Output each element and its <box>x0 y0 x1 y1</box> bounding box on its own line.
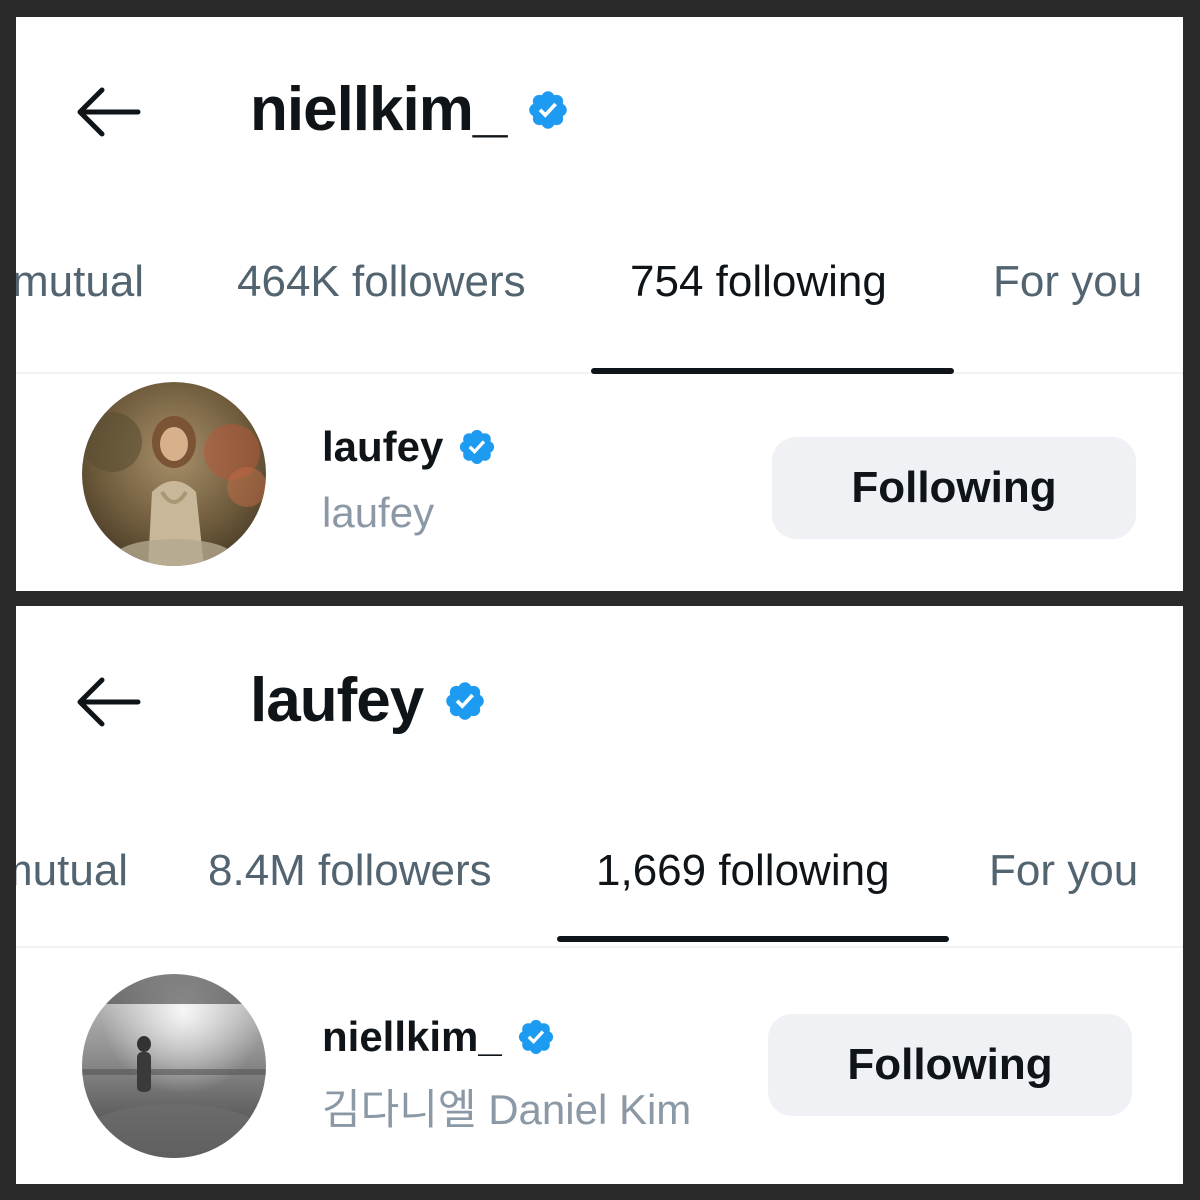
tab-following[interactable]: 1,669 following <box>596 841 890 901</box>
tab-for-you[interactable]: For you <box>993 252 1142 312</box>
user-handle: laufey <box>322 489 435 536</box>
page-title: laufey <box>250 666 487 736</box>
profile-tabs: mutual 8.4M followers 1,669 following Fo… <box>16 811 1183 948</box>
user-list-item[interactable]: niellkim_ 김다니엘 Daniel Kim Following <box>16 966 1183 1181</box>
arrow-left-icon <box>77 677 141 727</box>
following-button[interactable]: Following <box>772 437 1136 539</box>
profile-panel-niellkim: niellkim_ mutual 464K followers 754 foll… <box>16 17 1183 591</box>
niellkim-avatar[interactable] <box>82 974 266 1158</box>
back-button[interactable] <box>66 662 146 742</box>
tab-followers[interactable]: 464K followers <box>237 252 526 312</box>
arrow-left-icon <box>77 87 141 137</box>
back-button[interactable] <box>66 72 146 152</box>
profile-tabs: mutual 464K followers 754 following For … <box>16 222 1183 374</box>
tab-followers[interactable]: 8.4M followers <box>208 841 492 901</box>
user-handle: 김다니엘 Daniel Kim <box>322 1086 692 1133</box>
user-display-name[interactable]: niellkim_ <box>322 1016 502 1058</box>
tab-for-you[interactable]: For you <box>989 841 1138 901</box>
verified-badge-icon <box>457 427 497 467</box>
tab-mutual[interactable]: mutual <box>16 252 144 312</box>
tab-following[interactable]: 754 following <box>630 252 887 312</box>
verified-badge-icon <box>443 679 487 723</box>
profile-name: laufey <box>250 666 424 735</box>
tab-mutual[interactable]: mutual <box>16 841 128 901</box>
laufey-avatar[interactable] <box>82 382 266 566</box>
user-list-item[interactable]: laufey laufey Following <box>16 374 1183 589</box>
verified-badge-icon <box>526 88 570 132</box>
following-button[interactable]: Following <box>768 1014 1132 1116</box>
verified-badge-icon <box>516 1017 556 1057</box>
profile-name: niellkim_ <box>250 75 507 144</box>
user-display-name[interactable]: laufey <box>322 426 443 468</box>
page-title: niellkim_ <box>250 75 570 145</box>
active-tab-indicator <box>557 936 949 942</box>
user-name-line: laufey <box>322 426 497 468</box>
profile-panel-laufey: laufey mutual 8.4M followers 1,669 follo… <box>16 606 1183 1184</box>
user-name-line: niellkim_ <box>322 1016 556 1058</box>
